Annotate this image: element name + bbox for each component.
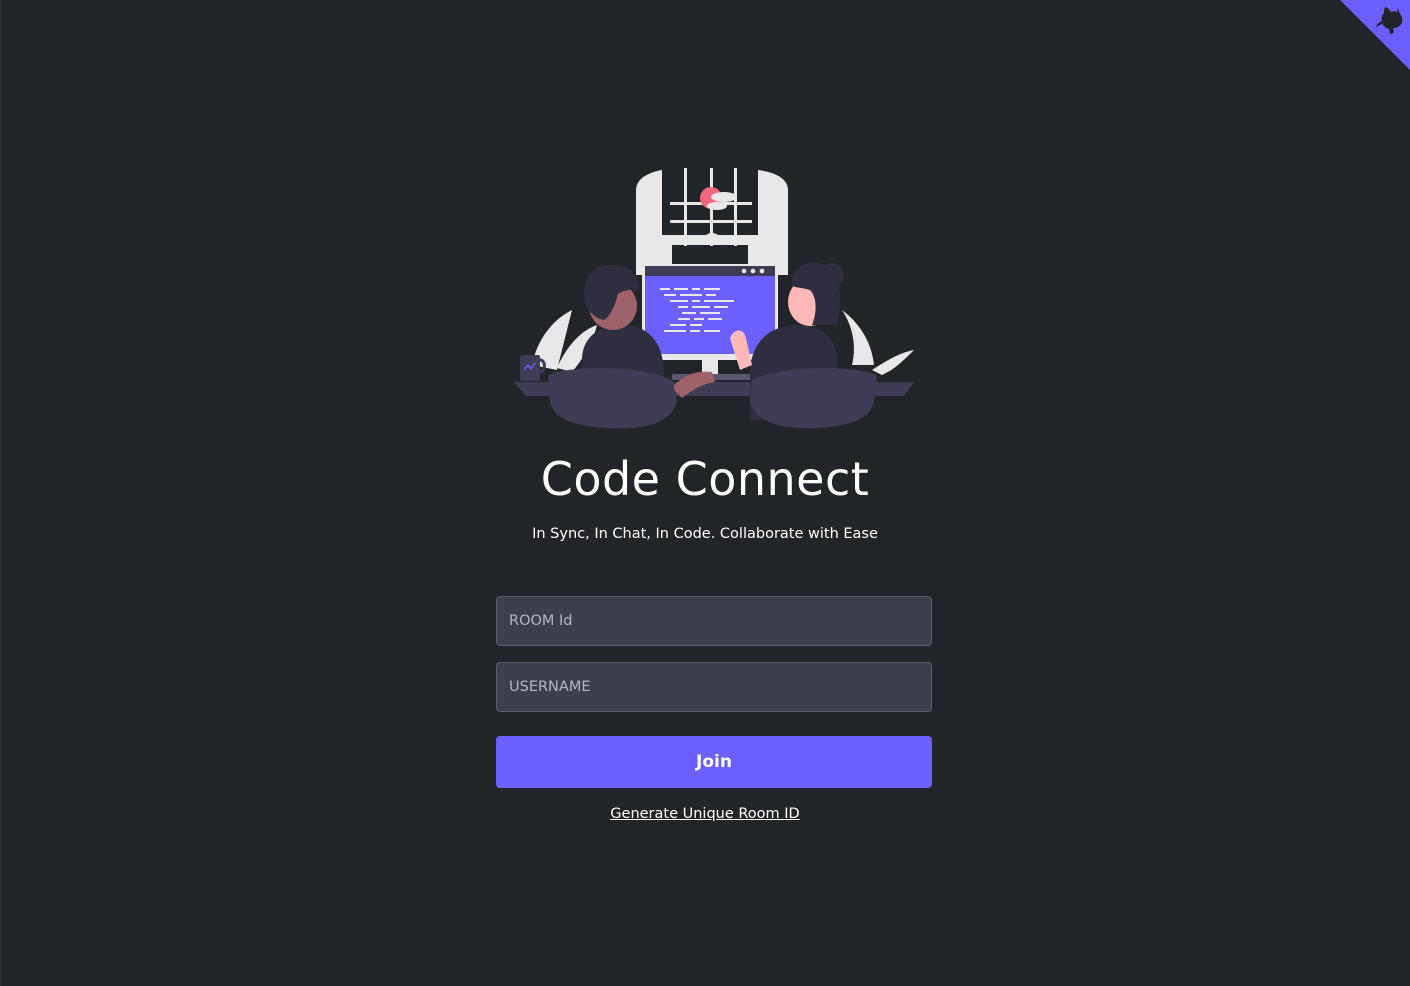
join-button[interactable]: Join [496, 736, 932, 788]
generate-room-id-link[interactable]: Generate Unique Room ID [0, 806, 1410, 822]
room-id-input[interactable] [496, 596, 932, 646]
github-corner-link[interactable] [1340, 0, 1410, 70]
github-octocat-icon [1340, 0, 1410, 70]
login-page: Code Connect In Sync, In Chat, In Code. … [0, 0, 1410, 986]
hero-illustration [514, 168, 914, 429]
username-input[interactable] [496, 662, 932, 712]
page-title: Code Connect [540, 452, 870, 506]
page-tagline: In Sync, In Chat, In Code. Collaborate w… [532, 526, 878, 542]
